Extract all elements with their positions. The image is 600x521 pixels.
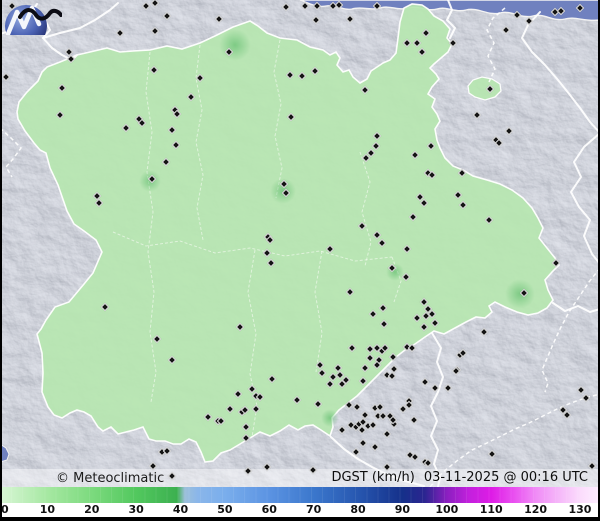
scale-tick-label: 130 — [568, 503, 592, 516]
scale-tick-label: 60 — [261, 503, 277, 516]
color-scale-tick-strip: 0 10 20 30 40 50 60 70 80 90 100 110 120 130 — [0, 503, 600, 517]
scale-tick-label: 90 — [394, 503, 411, 516]
meteoclimatic-logo[interactable] — [0, 0, 62, 35]
scale-tick-label: 120 — [524, 503, 548, 516]
scale-tick-label: 80 — [350, 503, 366, 516]
scale-tick-label: 100 — [435, 503, 459, 516]
scale-tick-label: 20 — [84, 503, 100, 516]
scale-tick-label: 40 — [172, 503, 189, 516]
color-scale-bar — [0, 487, 600, 503]
scale-tick-label: 10 — [39, 503, 56, 516]
legend-variable-label: DGST (km/h) — [331, 470, 415, 485]
weather-map-screenshot: © Meteoclimatic DGST (km/h) 03-11-2025 @ … — [0, 0, 600, 521]
scale-tick-label: 30 — [128, 503, 144, 516]
map-canvas: © Meteoclimatic DGST (km/h) 03-11-2025 @ … — [0, 0, 600, 487]
image-border-left — [0, 0, 2, 521]
image-border-bottom — [0, 517, 600, 521]
attribution-text: © Meteoclimatic — [56, 471, 165, 486]
scale-tick-label: 0 — [1, 503, 9, 516]
legend-timestamp: 03-11-2025 @ 00:16 UTC — [423, 470, 588, 485]
scale-tick-label: 70 — [306, 503, 322, 516]
scale-tick-label: 50 — [217, 503, 233, 516]
legend-title: DGST (km/h) 03-11-2025 @ 00:16 UTC — [331, 470, 588, 485]
scale-tick-label: 110 — [479, 503, 503, 516]
